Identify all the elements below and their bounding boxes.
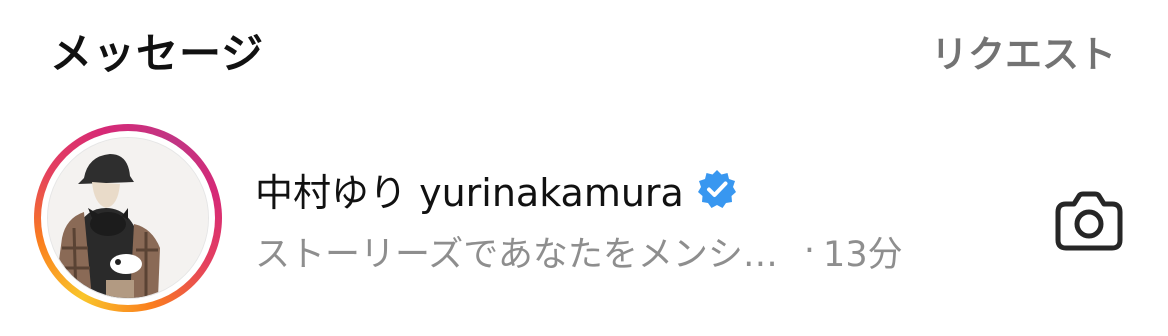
messages-header: メッセージ リクエスト: [0, 0, 1168, 100]
message-preview-text: ストーリーズであなたをメンシ…: [255, 234, 778, 275]
avatar-illustration: [48, 138, 208, 298]
thread-display-name: 中村ゆり yurinakamura: [255, 170, 684, 215]
messages-screen: メッセージ リクエスト 中村ゆり yurinakamura ストーリーズであなた…: [0, 0, 1168, 336]
verified-badge-icon: [696, 168, 738, 210]
message-timestamp: 13分: [823, 234, 903, 275]
thread-preview-line: ストーリーズであなたをメンシ… · 13分: [255, 226, 903, 276]
requests-link[interactable]: リクエスト: [931, 24, 1116, 78]
story-ring[interactable]: [34, 124, 222, 312]
camera-icon[interactable]: [1052, 190, 1126, 254]
page-title: メッセージ: [50, 29, 265, 78]
avatar-ring-gap: [41, 131, 215, 305]
message-thread-row[interactable]: 中村ゆり yurinakamura ストーリーズであなたをメンシ… · 13分: [0, 118, 1168, 324]
avatar: [47, 137, 209, 299]
separator-dot: ·: [803, 231, 816, 271]
thread-name-line: 中村ゆり yurinakamura: [255, 164, 738, 215]
